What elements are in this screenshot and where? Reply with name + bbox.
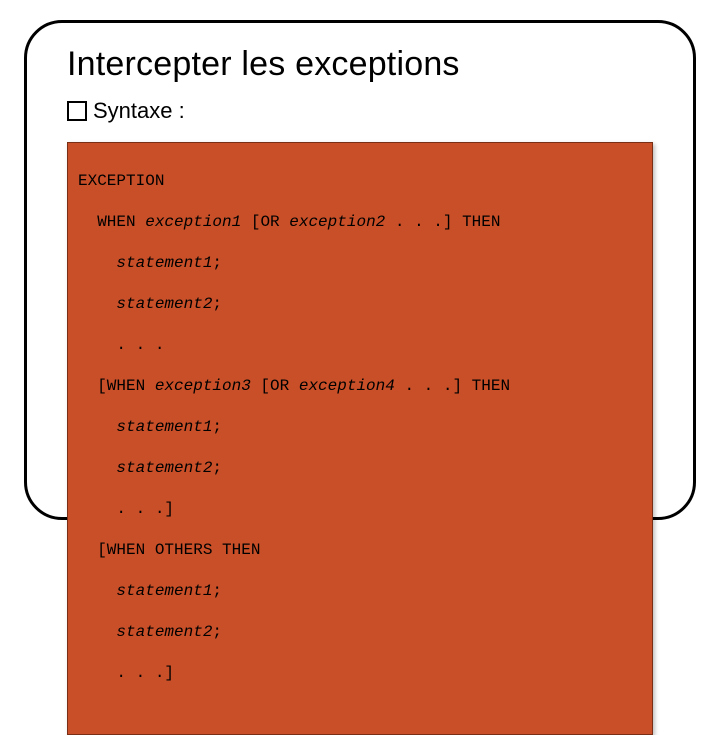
code-line: statement2; <box>78 294 642 314</box>
code-italic: exception2 <box>289 213 385 231</box>
code-italic: statement2 <box>116 295 212 313</box>
code-text: ; <box>212 623 222 641</box>
code-line: [WHEN OTHERS THEN <box>78 540 642 560</box>
code-line: statement1; <box>78 253 642 273</box>
code-italic: statement1 <box>116 254 212 272</box>
code-line: . . .] <box>78 499 642 519</box>
code-text: ; <box>212 418 222 436</box>
code-line: [WHEN exception3 [OR exception4 . . .] T… <box>78 376 642 396</box>
code-text: . . .] <box>116 500 174 518</box>
code-italic: exception3 <box>155 377 251 395</box>
code-line: WHEN exception1 [OR exception2 . . .] TH… <box>78 212 642 232</box>
code-text: . . . <box>116 336 164 354</box>
bullet-row: Syntaxe : <box>67 98 653 124</box>
code-text: ; <box>212 459 222 477</box>
code-italic: statement2 <box>116 623 212 641</box>
code-italic: statement2 <box>116 459 212 477</box>
code-text: . . .] THEN <box>385 213 500 231</box>
square-bullet-icon <box>67 101 87 121</box>
code-line: EXCEPTION <box>78 171 642 191</box>
code-text: WHEN <box>97 213 145 231</box>
code-line: statement1; <box>78 417 642 437</box>
code-italic: exception4 <box>299 377 395 395</box>
bullet-text: Syntaxe : <box>93 98 185 124</box>
code-block: EXCEPTION WHEN exception1 [OR exception2… <box>67 142 653 735</box>
code-line: statement2; <box>78 458 642 478</box>
code-text: ; <box>212 254 222 272</box>
code-text: ; <box>212 582 222 600</box>
code-italic: exception1 <box>145 213 241 231</box>
code-line: statement2; <box>78 622 642 642</box>
code-text: EXCEPTION <box>78 172 164 190</box>
code-text: . . .] THEN <box>395 377 510 395</box>
slide-frame: Intercepter les exceptions Syntaxe : EXC… <box>24 20 696 520</box>
slide-title: Intercepter les exceptions <box>67 45 653 84</box>
code-line: statement1; <box>78 581 642 601</box>
code-text: . . .] <box>116 664 174 682</box>
code-text: [WHEN OTHERS THEN <box>97 541 260 559</box>
code-text: [OR <box>241 213 289 231</box>
code-line: . . .] <box>78 663 642 683</box>
code-italic: statement1 <box>116 418 212 436</box>
slide: Intercepter les exceptions Syntaxe : EXC… <box>0 0 720 540</box>
code-text: [OR <box>251 377 299 395</box>
code-italic: statement1 <box>116 582 212 600</box>
code-text: ; <box>212 295 222 313</box>
code-line: . . . <box>78 335 642 355</box>
code-text: [WHEN <box>97 377 155 395</box>
